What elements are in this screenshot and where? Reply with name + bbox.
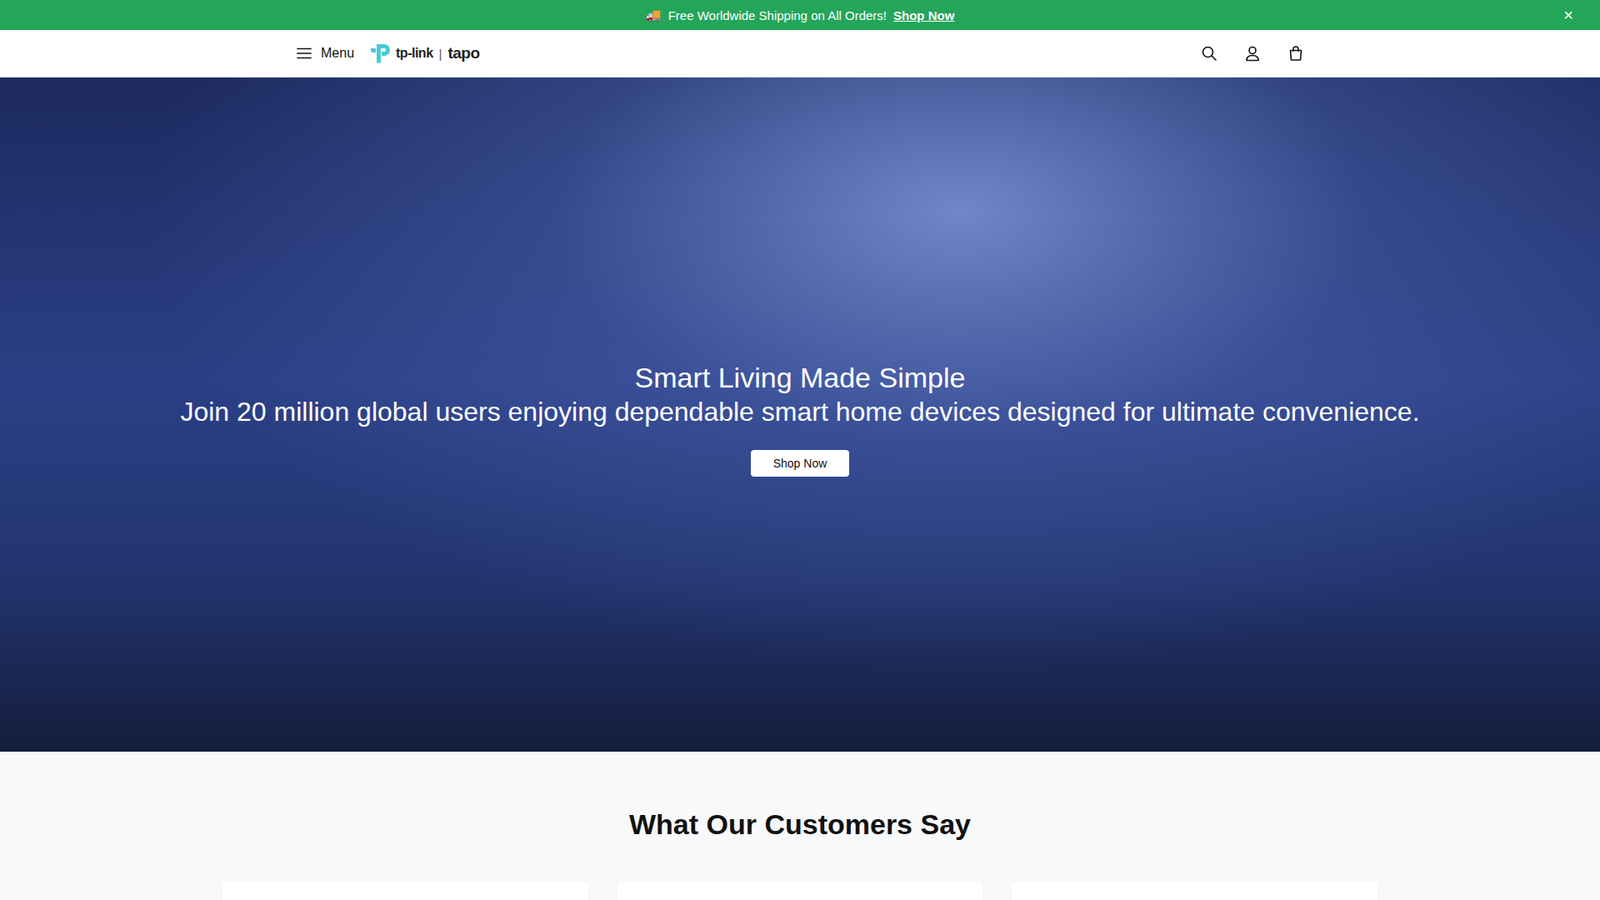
search-icon bbox=[1200, 45, 1218, 62]
logo[interactable]: tp-link | tapo bbox=[367, 40, 480, 66]
hero-content: Smart Living Made Simple Join 20 million… bbox=[163, 360, 1436, 476]
logo-separator: | bbox=[439, 46, 443, 61]
search-button[interactable] bbox=[1200, 45, 1218, 62]
hero-subtitle: Join 20 million global users enjoying de… bbox=[180, 395, 1420, 430]
bag-icon bbox=[1287, 45, 1305, 62]
hamburger-icon bbox=[295, 45, 313, 62]
header-container: Menu tp-link | tapo bbox=[295, 40, 1305, 66]
testimonials-heading: What Our Customers Say bbox=[629, 808, 971, 841]
hero-banner: Smart Living Made Simple Join 20 million… bbox=[0, 77, 1600, 752]
testimonial-card bbox=[221, 882, 589, 900]
logo-product: tapo bbox=[447, 44, 480, 63]
announcement-bar: 🚚 Free Worldwide Shipping on All Orders!… bbox=[0, 0, 1600, 30]
header-actions bbox=[1200, 45, 1305, 62]
hero-title: Smart Living Made Simple bbox=[635, 360, 966, 395]
logo-brand: tp-link bbox=[395, 45, 434, 61]
user-icon bbox=[1244, 45, 1261, 62]
account-button[interactable] bbox=[1244, 45, 1261, 62]
testimonials-section: What Our Customers Say bbox=[0, 751, 1600, 900]
shop-now-button[interactable]: Shop Now bbox=[750, 450, 850, 477]
page: 🚚 Free Worldwide Shipping on All Orders!… bbox=[0, 0, 1600, 900]
menu-button[interactable]: Menu bbox=[295, 45, 355, 62]
testimonial-cards bbox=[221, 882, 1379, 900]
menu-label: Menu bbox=[320, 45, 355, 61]
announcement-content: 🚚 Free Worldwide Shipping on All Orders!… bbox=[645, 7, 955, 23]
truck-icon: 🚚 bbox=[645, 7, 662, 23]
announcement-text: Free Worldwide Shipping on All Orders! bbox=[668, 8, 887, 23]
header-left: Menu tp-link | tapo bbox=[295, 40, 480, 66]
close-icon[interactable]: × bbox=[1558, 5, 1579, 25]
announcement-link[interactable]: Shop Now bbox=[893, 8, 955, 23]
testimonial-card bbox=[616, 882, 984, 900]
site-header: Menu tp-link | tapo bbox=[0, 30, 1600, 78]
cart-button[interactable] bbox=[1287, 45, 1305, 62]
tp-link-logo-icon bbox=[367, 40, 393, 66]
testimonial-card bbox=[1011, 882, 1379, 900]
